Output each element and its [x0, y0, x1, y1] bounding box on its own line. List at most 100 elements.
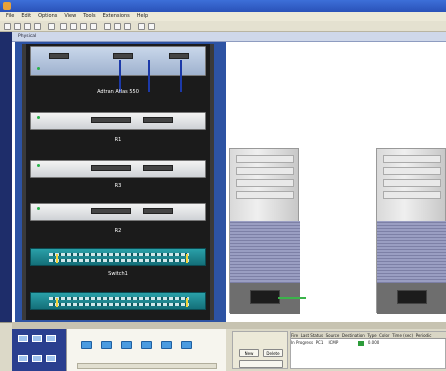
pc1-drive-bay-4 — [236, 191, 294, 199]
physical-nav-bar: Physical — [12, 32, 446, 42]
pc1-nic-port[interactable] — [250, 290, 280, 304]
pc2-drive-bay-1 — [383, 155, 441, 163]
save-icon[interactable] — [24, 23, 31, 30]
r3-power-led — [37, 164, 40, 167]
r1-module-slot[interactable] — [91, 117, 131, 123]
pdu-status: In Progress — [291, 340, 314, 345]
pc2-vent — [377, 221, 446, 283]
delete-scenario-button[interactable]: Delete — [263, 349, 283, 357]
connections-category-icon[interactable] — [18, 355, 28, 362]
menu-extensions[interactable]: Extensions — [103, 12, 130, 21]
switch1-link-a[interactable] — [56, 254, 58, 263]
wireless-category-icon[interactable] — [46, 355, 56, 362]
custom-device-icon[interactable] — [148, 23, 155, 30]
switch2-port-row-top[interactable] — [49, 297, 189, 300]
device-model-icon-3[interactable] — [121, 341, 132, 349]
switch2-port-row-bottom[interactable] — [49, 303, 189, 306]
pc-tower-2[interactable] — [376, 148, 446, 314]
main-toolbar — [0, 21, 446, 32]
rack-label-r3: R3 — [114, 183, 122, 189]
switch2-link-a[interactable] — [56, 298, 58, 307]
switches-category-icon[interactable] — [32, 335, 42, 342]
print-icon[interactable] — [34, 23, 41, 30]
r3-module-slot[interactable] — [91, 165, 131, 171]
drag-hint — [77, 363, 217, 369]
undo-icon[interactable] — [80, 23, 87, 30]
adtran-port-block-1[interactable] — [49, 53, 69, 59]
pdu-col-time: Time (sec) — [392, 333, 414, 338]
switch-1[interactable] — [30, 248, 206, 266]
packet-tracer-window: File Edit Options View Tools Extensions … — [0, 0, 446, 371]
scenario-controls: New Delete — [232, 331, 288, 369]
physical-tab[interactable]: Physical — [18, 32, 36, 42]
pdu-source: PC1 — [315, 340, 324, 345]
redo-icon[interactable] — [90, 23, 97, 30]
paste-icon[interactable] — [70, 23, 77, 30]
pdu-col-destination: Destination — [341, 333, 365, 338]
zoom-reset-icon[interactable] — [114, 23, 121, 30]
r2-power-led — [37, 207, 40, 210]
toggle-pdu-window-button[interactable] — [239, 360, 283, 368]
r3-serial-ports[interactable] — [143, 165, 173, 171]
menu-options[interactable]: Options — [38, 12, 57, 21]
new-scenario-button[interactable]: New — [239, 349, 259, 357]
pc2-nic-port[interactable] — [397, 290, 427, 304]
switch2-link-b[interactable] — [186, 298, 188, 307]
activity-wizard-icon[interactable] — [48, 23, 55, 30]
r2-module-slot[interactable] — [91, 208, 131, 214]
pc2-drive-bay-2 — [383, 167, 441, 175]
router-r2[interactable] — [30, 203, 206, 221]
menu-edit[interactable]: Edit — [21, 12, 31, 21]
routers-category-icon[interactable] — [18, 335, 28, 342]
device-model-icon-1[interactable] — [81, 341, 92, 349]
copy-icon[interactable] — [60, 23, 67, 30]
menu-file[interactable]: File — [6, 12, 14, 21]
pdu-list-header: Fire Last Status Source Destination Type… — [291, 332, 446, 339]
switch1-port-row-top[interactable] — [49, 253, 189, 256]
pc2-drive-bay-3 — [383, 179, 441, 187]
rack-label-r1: R1 — [114, 137, 122, 143]
zoom-out-icon[interactable] — [124, 23, 131, 30]
router-r1[interactable] — [30, 112, 206, 130]
menu-bar: File Edit Options View Tools Extensions … — [0, 12, 446, 21]
open-file-icon[interactable] — [14, 23, 21, 30]
rack-label-adtran: Adtran Atlas 550 — [97, 89, 139, 95]
device-model-icon-4[interactable] — [141, 341, 152, 349]
pdu-col-fire: Fire — [291, 333, 299, 338]
device-model-list — [66, 329, 226, 371]
switch1-port-row-bottom[interactable] — [49, 259, 189, 262]
adtran-port-block-2[interactable] — [113, 53, 133, 59]
pc1-drive-bay-3 — [236, 179, 294, 187]
pdu-type: ICMP — [328, 340, 339, 345]
pdu-col-color: Color — [379, 333, 390, 338]
pdu-row[interactable]: In Progress PC1 ICMP 0.000 — [291, 339, 446, 347]
switch1-link-b[interactable] — [186, 254, 188, 263]
bottom-tab-bar — [12, 322, 446, 329]
adtran-port-block-3[interactable] — [169, 53, 189, 59]
r1-serial-ports[interactable] — [143, 117, 173, 123]
device-category-panel — [12, 329, 66, 371]
device-model-icon-6[interactable] — [181, 341, 192, 349]
pdu-col-last-status: Last Status — [300, 333, 324, 338]
router-r3[interactable] — [30, 160, 206, 178]
r2-serial-ports[interactable] — [143, 208, 173, 214]
new-file-icon[interactable] — [4, 23, 11, 30]
title-bar — [0, 0, 446, 12]
pc2-drive-bay-4 — [383, 191, 441, 199]
device-model-icon-2[interactable] — [101, 341, 112, 349]
menu-tools[interactable]: Tools — [83, 12, 95, 21]
zoom-in-icon[interactable] — [104, 23, 111, 30]
end-devices-category-icon[interactable] — [32, 355, 42, 362]
pc-tower-1[interactable] — [229, 148, 306, 314]
switch-2[interactable] — [30, 292, 206, 310]
device-model-icon-5[interactable] — [161, 341, 172, 349]
menu-help[interactable]: Help — [137, 12, 148, 21]
pdu-col-periodic: Periodic — [415, 333, 432, 338]
menu-view[interactable]: View — [64, 12, 76, 21]
r1-power-led — [37, 116, 40, 119]
pdu-col-type: Type — [367, 333, 377, 338]
rack-label-switch1: Switch1 — [108, 271, 128, 277]
palette-icon[interactable] — [138, 23, 145, 30]
pc1-ethernet-cable[interactable] — [278, 297, 306, 299]
hubs-category-icon[interactable] — [46, 335, 56, 342]
